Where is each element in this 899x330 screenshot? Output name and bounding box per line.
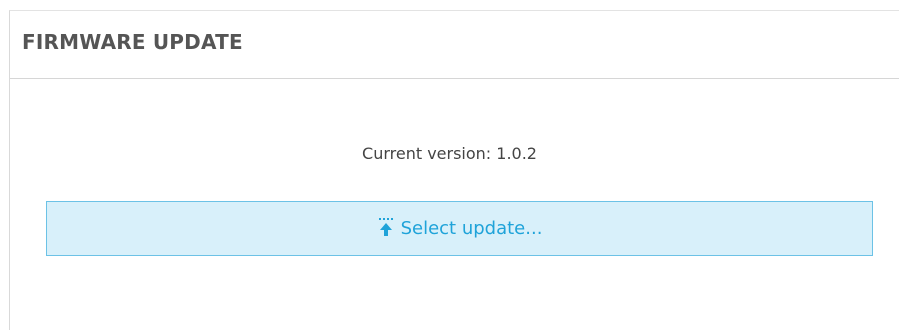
panel-title: FIRMWARE UPDATE — [22, 29, 243, 54]
panel-header: FIRMWARE UPDATE — [10, 11, 899, 79]
select-update-button[interactable]: Select update... — [46, 201, 873, 256]
firmware-update-panel: FIRMWARE UPDATE Current version: 1.0.2 S… — [9, 10, 899, 330]
select-update-label: Select update... — [400, 218, 543, 239]
current-version-text: Current version: 1.0.2 — [362, 144, 537, 163]
upload-icon — [377, 216, 395, 238]
